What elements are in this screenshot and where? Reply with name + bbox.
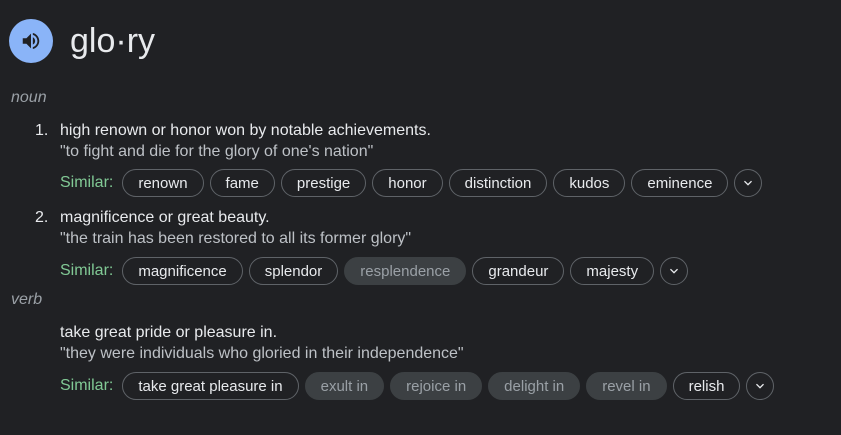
sense-number: 1.: [35, 122, 49, 139]
similar-row: Similar: magnificence splendor resplendenc…: [60, 257, 689, 285]
headword: glo·ry: [70, 22, 156, 60]
similar-chip[interactable]: eminence: [631, 169, 729, 197]
definition: high renown or honor won by notable achi…: [60, 122, 431, 139]
similar-chip[interactable]: relish: [672, 372, 741, 400]
similar-chip[interactable]: prestige: [280, 169, 367, 197]
example-sentence: "to fight and die for the glory of one's…: [60, 143, 374, 160]
similar-chip[interactable]: delight in: [488, 372, 581, 400]
expand-similar-button[interactable]: [734, 169, 763, 197]
similar-chips: magnificence splendor resplendence grandeur…: [122, 257, 660, 285]
similar-chip[interactable]: grandeur: [472, 257, 565, 285]
similar-chips: take great pleasure in exult in rejoice in…: [122, 372, 746, 400]
similar-label: Similar:: [60, 174, 114, 191]
similar-chips: renown fame prestige honor distinction kudos e…: [122, 169, 734, 197]
example-sentence: "the train has been restored to all its …: [60, 230, 412, 247]
part-of-speech-verb: verb: [11, 291, 43, 308]
expand-similar-button[interactable]: [746, 372, 775, 400]
word-header: glo·ry: [9, 19, 155, 63]
similar-chip[interactable]: resplendence: [344, 257, 467, 285]
chevron-down-icon: [756, 383, 765, 389]
similar-chip[interactable]: splendor: [248, 257, 339, 285]
similar-chip[interactable]: honor: [372, 169, 443, 197]
similar-chip[interactable]: magnificence: [122, 257, 243, 285]
similar-chip[interactable]: fame: [209, 169, 275, 197]
similar-label: Similar:: [60, 262, 114, 279]
similar-chip[interactable]: exult in: [304, 372, 385, 400]
definition: take great pride or pleasure in.: [60, 324, 278, 341]
chevron-down-icon: [744, 180, 753, 186]
sense-number: 2.: [35, 209, 49, 226]
similar-chip[interactable]: distinction: [448, 169, 548, 197]
pronunciation-button[interactable]: [9, 19, 53, 63]
similar-chip[interactable]: rejoice in: [390, 372, 483, 400]
expand-similar-button[interactable]: [660, 257, 689, 285]
similar-label: Similar:: [60, 377, 114, 394]
similar-chip[interactable]: kudos: [553, 169, 626, 197]
similar-chip[interactable]: revel in: [586, 372, 667, 400]
definition: magnificence or great beauty.: [60, 209, 270, 226]
similar-chip[interactable]: renown: [122, 169, 204, 197]
similar-row: Similar: renown fame prestige honor distinct…: [60, 169, 763, 197]
similar-row: Similar: take great pleasure in exult in r…: [60, 372, 775, 400]
chevron-down-icon: [670, 268, 679, 274]
part-of-speech-noun: noun: [11, 89, 47, 106]
example-sentence: "they were individuals who gloried in th…: [60, 345, 464, 362]
similar-chip[interactable]: majesty: [570, 257, 655, 285]
similar-chip[interactable]: take great pleasure in: [122, 372, 299, 400]
speaker-icon: [22, 32, 40, 50]
